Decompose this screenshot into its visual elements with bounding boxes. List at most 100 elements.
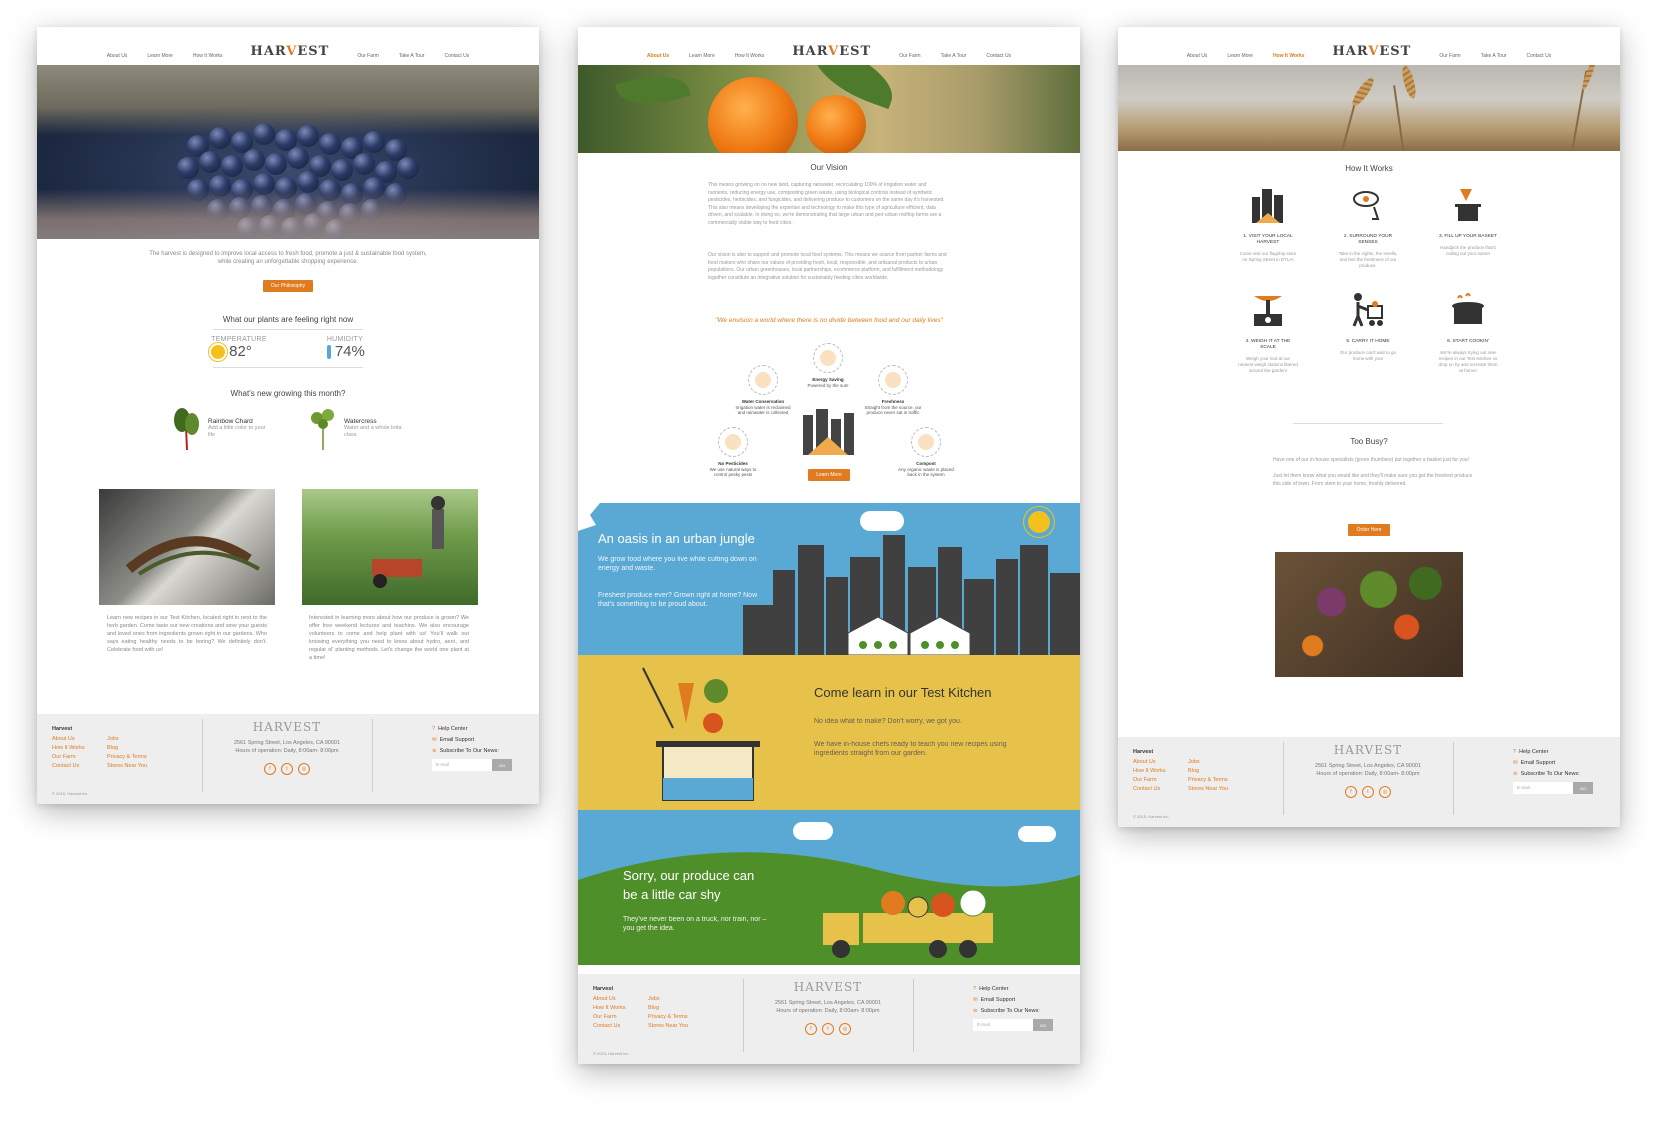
compost-icon: [911, 427, 941, 457]
footer-link-farm[interactable]: Our Farm: [1133, 777, 1188, 783]
email-support-link[interactable]: ✉ Email Support: [973, 997, 1053, 1003]
footer-link-contact[interactable]: Contact Us: [52, 763, 107, 769]
facebook-icon[interactable]: f: [805, 1023, 817, 1035]
help-center-link[interactable]: ? Help Center: [1513, 749, 1593, 755]
store-building-icon: [1252, 189, 1283, 223]
footer-link-stores[interactable]: Stores Near You: [107, 763, 167, 769]
twitter-icon[interactable]: t: [1362, 786, 1374, 798]
footer-link-about[interactable]: About Us: [52, 736, 107, 742]
instagram-icon[interactable]: ◎: [839, 1023, 851, 1035]
footer-brand: Harvest: [593, 986, 614, 992]
nav-how[interactable]: How It Works: [735, 53, 765, 59]
email-support-link[interactable]: ✉ Email Support: [432, 737, 512, 743]
grape: [331, 159, 353, 181]
twitter-icon[interactable]: t: [281, 763, 293, 775]
footer-link-contact[interactable]: Contact Us: [593, 1023, 648, 1029]
harvest-logo[interactable]: HARVEST: [1333, 44, 1412, 59]
step-cook: 6. START COOKIN' We're always trying out…: [1438, 292, 1498, 374]
subscribe-go-button[interactable]: GO: [1033, 1019, 1053, 1031]
email-input[interactable]: E-mail: [973, 1019, 1033, 1031]
how-it-works-title: How It Works: [1345, 164, 1393, 173]
plant-watercress[interactable]: Watercress Water and a whole lotta class: [308, 406, 404, 450]
step-basket: 3. FILL UP YOUR BASKET Handpick the prod…: [1438, 187, 1498, 257]
nav-about[interactable]: About Us: [1187, 53, 1208, 59]
footer-link-blog[interactable]: Blog: [648, 1005, 708, 1011]
learn-more-button[interactable]: Learn More: [808, 469, 850, 481]
step-carry: 5. CARRY IT HOME Our produce can't wait …: [1338, 292, 1398, 362]
nav-tour[interactable]: Take A Tour: [941, 53, 967, 59]
footer-link-blog[interactable]: Blog: [107, 745, 167, 751]
nav-farm[interactable]: Our Farm: [899, 53, 920, 59]
footer-link-about[interactable]: About Us: [593, 996, 648, 1002]
test-kitchen-title: Come learn in our Test Kitchen: [814, 685, 992, 700]
email-input[interactable]: E-mail: [432, 759, 492, 771]
nav-learn[interactable]: Learn More: [147, 53, 173, 59]
grape: [273, 199, 295, 221]
footer-link-stores[interactable]: Stores Near You: [1188, 786, 1248, 792]
mail-icon: ✉: [1513, 760, 1518, 766]
harvest-logo[interactable]: HARVEST: [792, 44, 871, 59]
footer-link-how[interactable]: How It Works: [52, 745, 107, 751]
vision-paragraph-2: Our vision is also to support and promot…: [708, 252, 947, 281]
email-input[interactable]: E-mail: [1513, 782, 1573, 794]
instagram-icon[interactable]: ◎: [1379, 786, 1391, 798]
help-icon: ?: [432, 726, 436, 732]
step3-title: 3. FILL UP YOUR BASKET: [1438, 234, 1498, 239]
nav-learn[interactable]: Learn More: [1227, 53, 1253, 59]
email-support-link[interactable]: ✉ Email Support: [1513, 760, 1593, 766]
subscribe-go-button[interactable]: GO: [492, 759, 512, 771]
footer-link-stores[interactable]: Stores Near You: [648, 1023, 708, 1029]
nav-tour[interactable]: Take A Tour: [399, 53, 425, 59]
philosophy-button[interactable]: Our Philosophy: [262, 280, 314, 292]
kitchen-photo: [99, 489, 275, 605]
help-center-link[interactable]: ? Help Center: [973, 986, 1053, 992]
car-shy-text: They've never been on a truck, nor train…: [623, 916, 767, 932]
footer-link-jobs[interactable]: Jobs: [1188, 759, 1248, 765]
footer-link-how[interactable]: How It Works: [593, 1005, 648, 1011]
grape: [251, 195, 273, 217]
urban-jungle-title: An oasis in an urban jungle: [598, 531, 755, 546]
grape: [319, 179, 341, 201]
nav-contact[interactable]: Contact Us: [986, 53, 1011, 59]
car-shy-title-1: Sorry, our produce can: [623, 868, 755, 883]
footer-link-privacy[interactable]: Privacy & Terms: [107, 754, 167, 760]
footer-link-farm[interactable]: Our Farm: [593, 1014, 648, 1020]
footer-link-about[interactable]: About Us: [1133, 759, 1188, 765]
nav-learn[interactable]: Learn More: [689, 53, 715, 59]
nav-farm[interactable]: Our Farm: [1439, 53, 1460, 59]
nav-contact[interactable]: Contact Us: [1526, 53, 1551, 59]
footer-link-blog[interactable]: Blog: [1188, 768, 1248, 774]
grape: [221, 155, 243, 177]
footer-brand: Harvest: [52, 726, 73, 732]
nav-contact[interactable]: Contact Us: [445, 53, 470, 59]
twitter-icon[interactable]: t: [822, 1023, 834, 1035]
instagram-icon[interactable]: ◎: [298, 763, 310, 775]
footer-link-how[interactable]: How It Works: [1133, 768, 1188, 774]
plant-rainbow-chard[interactable]: Rainbow Chard Add a little color to your…: [172, 406, 268, 451]
footer-link-privacy[interactable]: Privacy & Terms: [1188, 777, 1248, 783]
subscribe-go-button[interactable]: GO: [1573, 782, 1593, 794]
growing-title: What's new growing this month?: [230, 389, 346, 398]
footer-link-farm[interactable]: Our Farm: [52, 754, 107, 760]
nav-farm[interactable]: Our Farm: [357, 53, 378, 59]
facebook-icon[interactable]: f: [264, 763, 276, 775]
footer-link-jobs[interactable]: Jobs: [648, 996, 708, 1002]
help-center-link[interactable]: ? Help Center: [432, 726, 512, 732]
grape: [339, 203, 361, 225]
nav-about[interactable]: About Us: [107, 53, 128, 59]
footer-link-privacy[interactable]: Privacy & Terms: [648, 1014, 708, 1020]
nav-how[interactable]: How It Works: [1273, 53, 1305, 59]
harvest-logo[interactable]: HARVEST: [251, 44, 330, 59]
order-here-button[interactable]: Order Here: [1348, 524, 1390, 536]
footer-link-jobs[interactable]: Jobs: [107, 736, 167, 742]
nav-about[interactable]: About Us: [647, 53, 669, 59]
home-page-mockup: About Us Learn More How It Works HARVEST…: [37, 27, 539, 804]
farm-text: Interested in learning more about how ou…: [309, 615, 469, 661]
nav-tour[interactable]: Take A Tour: [1481, 53, 1507, 59]
step1-text: Come visit our flagship store on Spring …: [1239, 251, 1297, 262]
footer-link-contact[interactable]: Contact Us: [1133, 786, 1188, 792]
footer-address: 2561 Spring Street, Los Angeles, CA 9000…: [1314, 763, 1422, 769]
nav-how[interactable]: How It Works: [193, 53, 223, 59]
facebook-icon[interactable]: f: [1345, 786, 1357, 798]
plant1-desc: Add a little color to your life: [208, 424, 266, 438]
